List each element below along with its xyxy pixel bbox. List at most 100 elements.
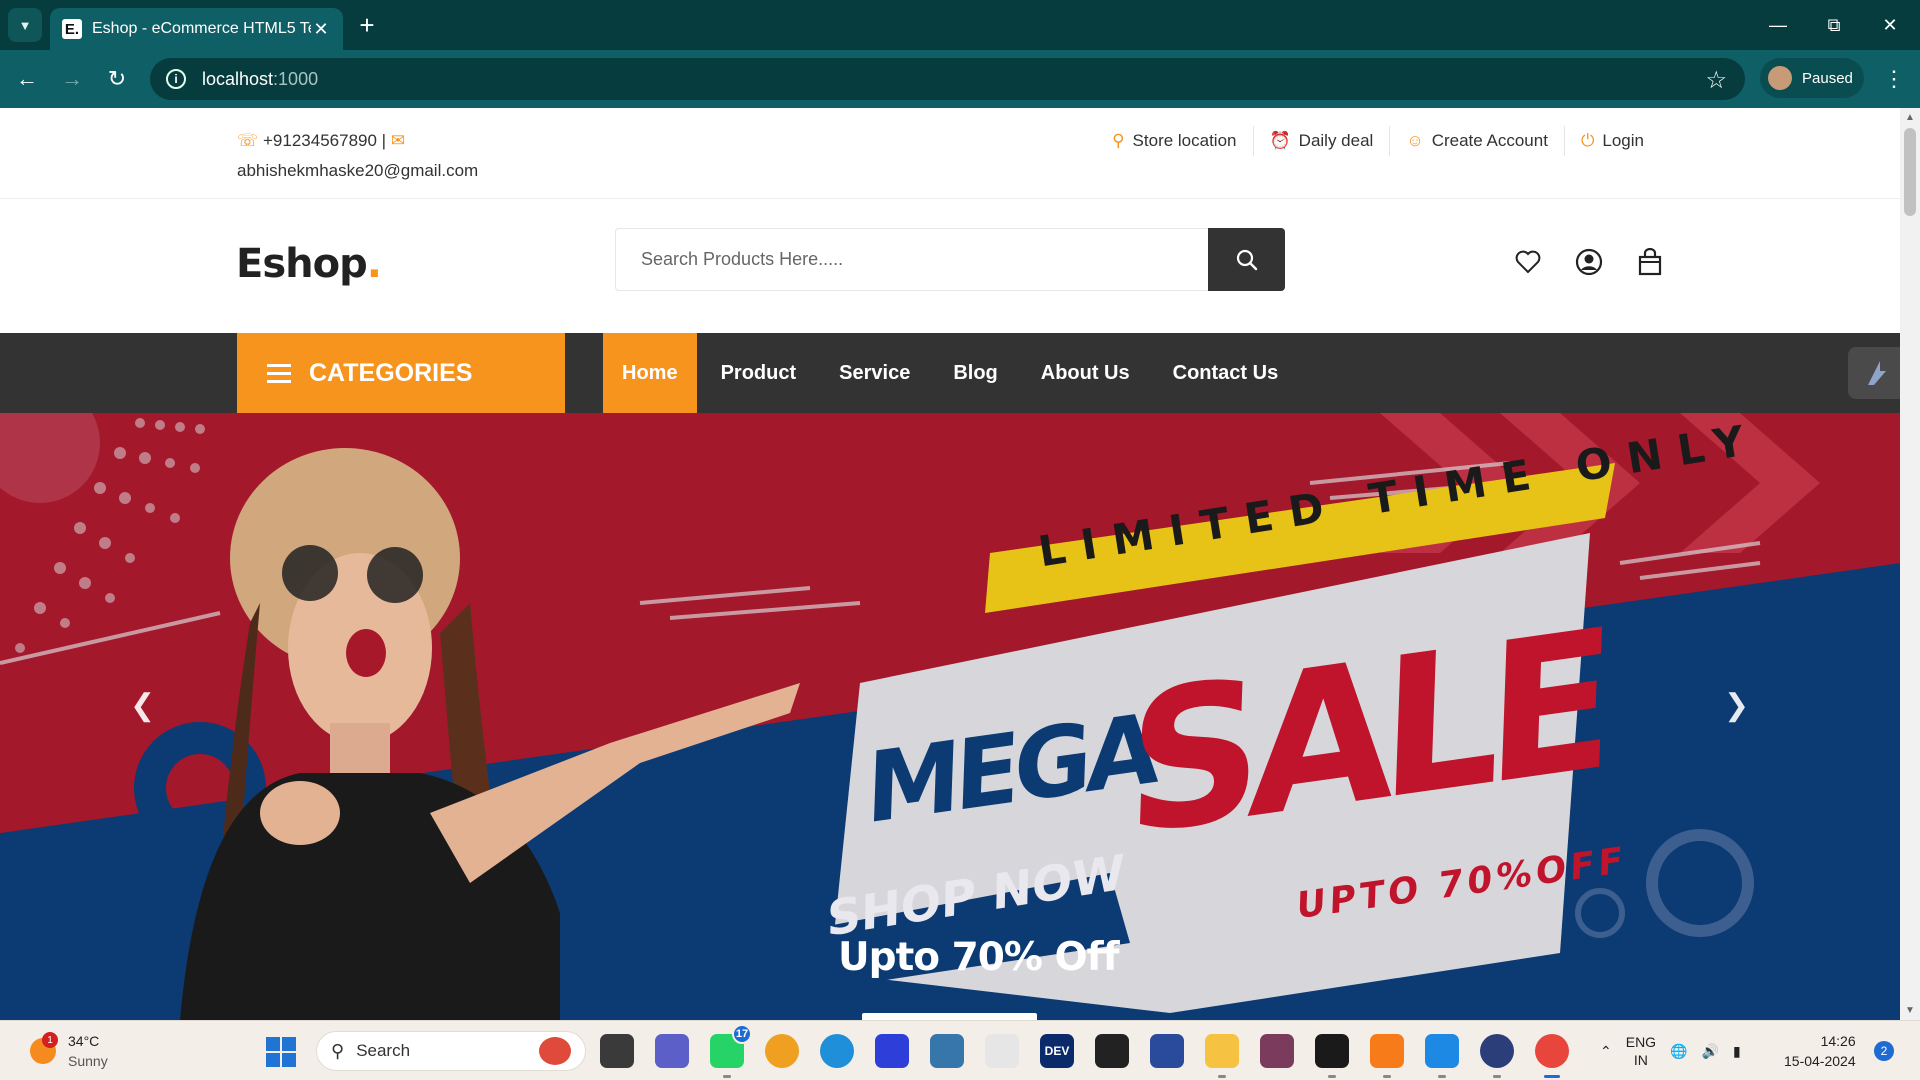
- search-input[interactable]: [616, 229, 1208, 290]
- reload-button[interactable]: ↻: [100, 62, 134, 96]
- tab-search-button[interactable]: ▼: [8, 8, 42, 42]
- envelope-icon: ✉: [390, 131, 406, 150]
- photos-icon[interactable]: [1260, 1034, 1294, 1068]
- account-circle-icon[interactable]: [1574, 247, 1604, 277]
- search-button[interactable]: [1208, 228, 1285, 291]
- bookmark-star-icon[interactable]: ☆: [1705, 66, 1727, 95]
- teams-meet-icon[interactable]: [655, 1034, 689, 1068]
- nav-item-home[interactable]: Home: [603, 333, 697, 413]
- url-text: localhost:1000: [202, 68, 319, 89]
- header-icons: [1513, 247, 1665, 277]
- browser-tab[interactable]: E. Eshop - eCommerce HTML5 Te ✕: [50, 8, 343, 50]
- hero-caption: Upto 70% Off: [838, 935, 1120, 980]
- python-file-icon[interactable]: [985, 1034, 1019, 1068]
- scrollbar-thumb[interactable]: [1904, 128, 1916, 216]
- remote-desktop-icon[interactable]: [1150, 1034, 1184, 1068]
- avatar: [1768, 66, 1792, 90]
- taskbar-apps: 17 DEV: [600, 1024, 1569, 1078]
- nav-item-about-us[interactable]: About Us: [1022, 333, 1149, 413]
- clock-date: 15-04-2024: [1784, 1053, 1856, 1069]
- arrow-left-icon: ←: [16, 66, 38, 91]
- close-tab-icon[interactable]: ✕: [311, 19, 331, 40]
- contact-info: ☏ +91234567890 | ✉ abhishekmhaske20@gmai…: [237, 126, 478, 186]
- user-icon: ☺: [1406, 131, 1424, 150]
- nav-item-contact-us[interactable]: Contact Us: [1154, 333, 1298, 413]
- main-header: Eshop.: [0, 199, 1900, 333]
- browser-toolbar: ← → ↻ i localhost:1000 ☆ Paused ⋮: [0, 50, 1920, 108]
- start-button[interactable]: [266, 1037, 296, 1067]
- search-highlight-icon: [539, 1037, 571, 1065]
- back-button[interactable]: ←: [10, 62, 44, 96]
- python-idle-icon[interactable]: [930, 1034, 964, 1068]
- profile-status: Paused: [1802, 69, 1853, 87]
- nav-item-service[interactable]: Service: [820, 333, 929, 413]
- email-address: abhishekmhaske20@gmail.com: [237, 161, 479, 180]
- login-link[interactable]: ⏻ Login: [1563, 126, 1660, 156]
- mongodb-compass-icon[interactable]: [875, 1034, 909, 1068]
- browser-menu-icon[interactable]: ⋮: [1880, 62, 1908, 96]
- minimize-window-button[interactable]: —: [1758, 10, 1798, 40]
- favicon: E.: [62, 19, 82, 39]
- site-info-icon[interactable]: i: [166, 69, 186, 89]
- xampp-icon[interactable]: [1370, 1034, 1404, 1078]
- file-explorer-icon[interactable]: [1205, 1034, 1239, 1078]
- temperature: 34°C: [68, 1033, 100, 1049]
- nav-item-blog[interactable]: Blog: [934, 333, 1016, 413]
- scroll-up-icon[interactable]: ▲: [1905, 112, 1915, 123]
- nav-item-product[interactable]: Product: [702, 333, 816, 413]
- sun-icon: 1: [30, 1032, 58, 1064]
- lightning-icon: [1868, 361, 1886, 385]
- hero-cta-button[interactable]: [862, 1013, 1037, 1020]
- address-bar[interactable]: i localhost:1000 ☆: [150, 58, 1745, 100]
- new-tab-button[interactable]: +: [352, 10, 382, 40]
- alarm-clock-icon: ⏰: [1269, 131, 1291, 150]
- location-pin-icon: ⚲: [1112, 131, 1125, 150]
- notification-badge[interactable]: 2: [1874, 1041, 1894, 1061]
- clock[interactable]: 14:26 15-04-2024: [1784, 1031, 1856, 1071]
- site-logo[interactable]: Eshop.: [236, 241, 382, 287]
- wishlist-heart-icon[interactable]: [1513, 247, 1543, 277]
- top-contact-bar: ☏ +91234567890 | ✉ abhishekmhaske20@gmai…: [0, 108, 1900, 199]
- side-extension-widget[interactable]: [1848, 347, 1900, 399]
- hero-slider: LIMITED TIME ONLY MEGA SALE SHOP NOW UPT…: [0, 413, 1900, 1020]
- main-navigation: CATEGORIES Home Product Service Blog Abo…: [0, 333, 1900, 413]
- hamburger-menu-icon: [267, 363, 291, 383]
- profile-button[interactable]: Paused: [1760, 58, 1864, 98]
- whatsapp-icon[interactable]: 17: [710, 1024, 752, 1078]
- eclipse-icon[interactable]: [1480, 1034, 1514, 1078]
- system-tray: ⌃ ENG IN 🌐 🔊 ▮: [1600, 1033, 1741, 1069]
- headset-icon: ☏: [237, 131, 259, 150]
- create-account-link[interactable]: ☺ Create Account: [1389, 126, 1564, 156]
- scroll-down-icon[interactable]: ▼: [1905, 1005, 1915, 1016]
- slider-prev-arrow-icon[interactable]: ❮: [130, 688, 155, 723]
- forward-button[interactable]: →: [55, 62, 89, 96]
- chrome-icon[interactable]: [1535, 1034, 1569, 1078]
- close-window-button[interactable]: ✕: [1870, 10, 1910, 40]
- terminal-icon[interactable]: [1315, 1034, 1349, 1078]
- categories-button[interactable]: CATEGORIES: [237, 333, 565, 413]
- network-globe-icon[interactable]: 🌐: [1670, 1043, 1687, 1060]
- task-view-icon[interactable]: [600, 1034, 634, 1068]
- slider-next-arrow-icon[interactable]: ❯: [1724, 688, 1749, 723]
- language-indicator[interactable]: ENG IN: [1626, 1033, 1656, 1069]
- restore-window-button[interactable]: ⧉: [1814, 10, 1854, 40]
- weather-widget[interactable]: 1 34°C Sunny: [30, 1031, 108, 1071]
- brave-browser-icon[interactable]: [765, 1034, 799, 1068]
- store-location-link[interactable]: ⚲ Store location: [1096, 126, 1252, 156]
- search-icon: ⚲: [331, 1040, 345, 1061]
- battery-icon[interactable]: ▮: [1733, 1043, 1741, 1060]
- daily-deal-link[interactable]: ⏰ Daily deal: [1252, 126, 1390, 156]
- page-scrollbar[interactable]: ▲ ▼: [1900, 108, 1920, 1020]
- screen-recorder-icon[interactable]: [1095, 1034, 1129, 1068]
- dev-cpp-icon[interactable]: DEV: [1040, 1034, 1074, 1068]
- nav-menu: Home Product Service Blog About Us Conta…: [603, 333, 1302, 413]
- search-icon: [1236, 249, 1257, 270]
- arrow-right-icon: →: [61, 66, 83, 91]
- shopping-bag-icon[interactable]: [1635, 247, 1665, 277]
- chevron-up-icon[interactable]: ⌃: [1600, 1043, 1612, 1060]
- taskbar-search[interactable]: ⚲ Search: [316, 1031, 586, 1071]
- volume-icon[interactable]: 🔊: [1702, 1043, 1719, 1060]
- vscode-icon[interactable]: [1425, 1034, 1459, 1078]
- clock-time: 14:26: [1820, 1033, 1856, 1049]
- edge-browser-icon[interactable]: [820, 1034, 854, 1068]
